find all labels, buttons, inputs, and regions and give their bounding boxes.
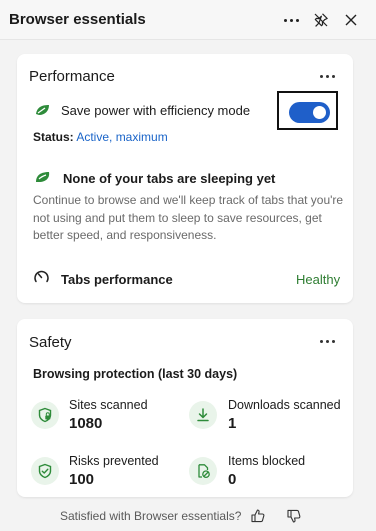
panel-header: Browser essentials: [0, 0, 376, 40]
shield-lock-icon: [38, 407, 52, 423]
status-label: Status:: [33, 130, 74, 144]
risks-prevented-icon-wrap: [31, 457, 59, 485]
tabs-performance-status: Healthy: [296, 272, 341, 287]
tabs-performance-label[interactable]: Tabs performance: [61, 272, 173, 287]
sleeping-tabs-heading: None of your tabs are sleeping yet: [63, 171, 276, 186]
unpin-button[interactable]: [309, 8, 333, 32]
shield-check-icon: [38, 463, 52, 479]
toggle-knob: [313, 106, 326, 119]
risks-prevented-label: Risks prevented: [69, 454, 159, 468]
sites-scanned-icon-wrap: [31, 401, 59, 429]
thumbs-down-button[interactable]: [284, 506, 304, 526]
efficiency-toggle-focus: [277, 91, 338, 130]
close-icon: [345, 14, 357, 26]
download-icon: [197, 408, 209, 422]
downloads-scanned-icon-wrap: [189, 401, 217, 429]
performance-card: Performance Save power with efficiency m…: [17, 54, 353, 303]
thumbs-up-icon: [251, 509, 265, 523]
safety-card: Safety Browsing protection (last 30 days…: [17, 319, 353, 497]
thumbs-down-icon: [287, 509, 301, 523]
status-value-link[interactable]: Active, maximum: [76, 130, 167, 144]
sleeping-leaf-icon: [36, 172, 50, 182]
items-blocked-value: 0: [228, 471, 237, 488]
safety-more-button[interactable]: [317, 334, 337, 348]
gauge-icon: [34, 270, 49, 283]
items-blocked-label: Items blocked: [228, 454, 306, 468]
leaf-battery-icon: [36, 105, 49, 115]
performance-title: Performance: [29, 68, 115, 85]
more-icon: [282, 18, 300, 22]
sleeping-tabs-description: Continue to browse and we'll keep track …: [33, 193, 344, 242]
close-button[interactable]: [339, 8, 363, 32]
efficiency-mode-label: Save power with efficiency mode: [61, 103, 251, 118]
sites-scanned-value: 1080: [69, 415, 103, 432]
unpin-icon: [314, 13, 328, 27]
risks-prevented-value: 100: [69, 471, 95, 488]
feedback-footer: Satisfied with Browser essentials?: [0, 500, 376, 531]
thumbs-up-button[interactable]: [248, 506, 268, 526]
panel-title: Browser essentials: [9, 11, 146, 28]
performance-more-button[interactable]: [317, 69, 337, 83]
feedback-question: Satisfied with Browser essentials?: [60, 509, 242, 523]
sites-scanned-label: Sites scanned: [69, 398, 148, 412]
downloads-scanned-label: Downloads scanned: [228, 398, 341, 412]
items-blocked-icon-wrap: [189, 457, 217, 485]
browsing-protection-subtitle: Browsing protection (last 30 days): [33, 367, 238, 381]
more-options-button[interactable]: [279, 8, 303, 32]
efficiency-mode-toggle[interactable]: [289, 102, 330, 123]
downloads-scanned-value: 1: [228, 415, 237, 432]
status-row: Status: Active, maximum: [33, 130, 168, 144]
safety-title: Safety: [29, 334, 72, 351]
blocked-document-icon: [198, 464, 210, 479]
